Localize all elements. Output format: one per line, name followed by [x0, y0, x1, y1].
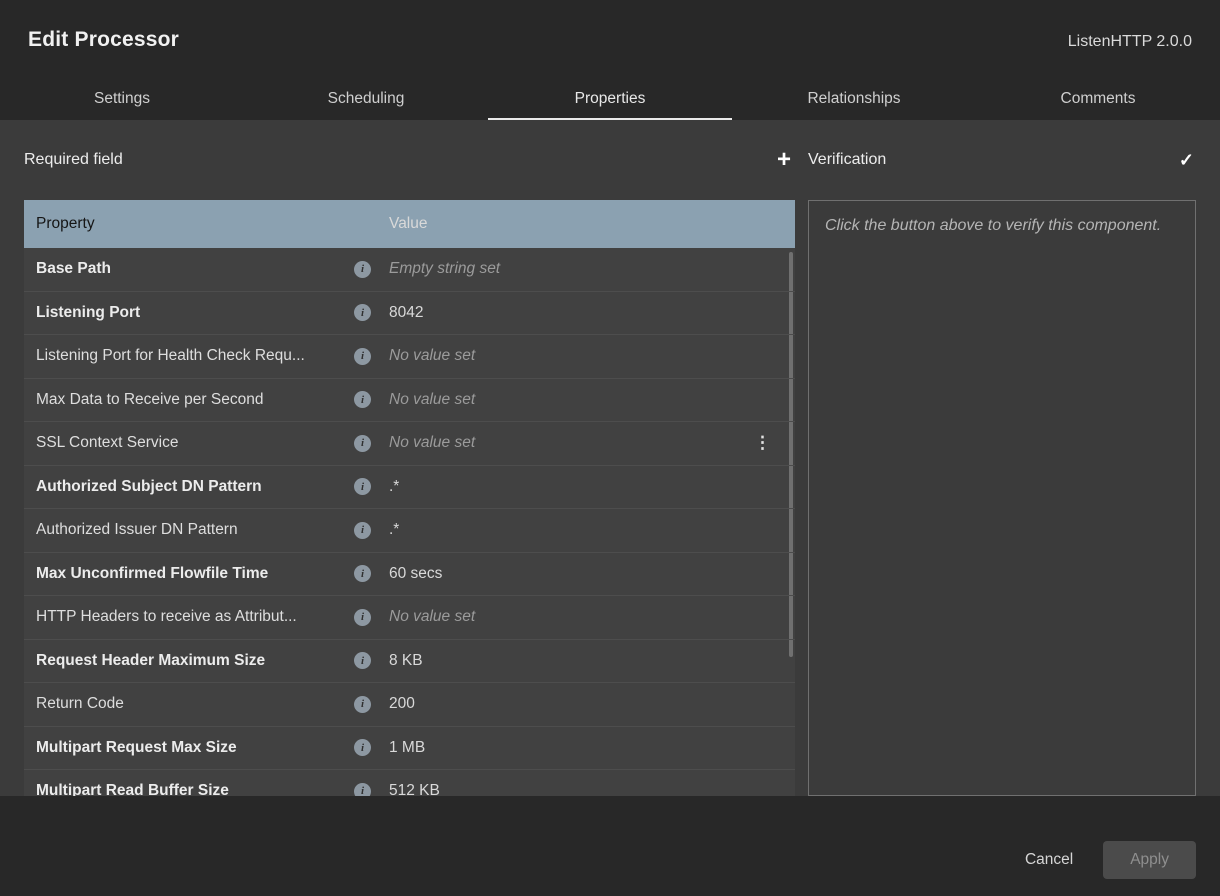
- property-value[interactable]: No value set: [384, 347, 783, 365]
- info-icon[interactable]: i: [354, 435, 371, 452]
- processor-type-version: ListenHTTP 2.0.0: [1068, 33, 1192, 51]
- property-value[interactable]: 8042: [384, 304, 783, 322]
- property-name: Base Path: [36, 260, 354, 278]
- cancel-button[interactable]: Cancel: [1025, 851, 1073, 869]
- dialog-title: Edit Processor: [28, 28, 179, 52]
- tab-settings[interactable]: Settings: [0, 82, 244, 120]
- property-row[interactable]: Max Unconfirmed Flowfile Timei 60 secs: [24, 553, 795, 597]
- info-icon[interactable]: i: [354, 261, 371, 278]
- verification-message: Click the button above to verify this co…: [825, 217, 1161, 234]
- dialog-footer: Cancel Apply: [0, 796, 1220, 896]
- info-icon[interactable]: i: [354, 304, 371, 321]
- apply-button[interactable]: Apply: [1103, 841, 1196, 879]
- property-name: Multipart Read Buffer Size: [36, 782, 354, 796]
- panel-gap: [795, 120, 808, 796]
- tab-bar: Settings Scheduling Properties Relations…: [0, 82, 1220, 120]
- title-row: Edit Processor ListenHTTP 2.0.0: [0, 28, 1220, 52]
- property-name: Return Code: [36, 695, 354, 713]
- property-row[interactable]: Multipart Request Max Sizei 1 MB: [24, 727, 795, 771]
- dialog-content: Required field + Property Value Base Pat…: [0, 120, 1220, 796]
- info-icon[interactable]: i: [354, 478, 371, 495]
- verification-message-box: Click the button above to verify this co…: [808, 200, 1196, 796]
- property-row[interactable]: Multipart Read Buffer Sizei 512 KB: [24, 770, 795, 796]
- property-value[interactable]: 8 KB: [384, 652, 783, 670]
- property-name: Authorized Issuer DN Pattern: [36, 521, 354, 539]
- info-icon[interactable]: i: [354, 652, 371, 669]
- info-icon[interactable]: i: [354, 783, 371, 796]
- property-value[interactable]: Empty string set: [384, 260, 783, 278]
- property-value[interactable]: .*: [384, 478, 783, 496]
- property-row[interactable]: Listening Porti 8042: [24, 292, 795, 336]
- property-row[interactable]: Request Header Maximum Sizei 8 KB: [24, 640, 795, 684]
- properties-panel-header: Required field +: [24, 120, 795, 200]
- property-name: Max Unconfirmed Flowfile Time: [36, 565, 354, 583]
- property-value[interactable]: No value set: [384, 391, 783, 409]
- property-value[interactable]: No value set: [384, 608, 783, 626]
- verify-check-icon[interactable]: ✓: [1177, 150, 1196, 171]
- property-name: HTTP Headers to receive as Attribut...: [36, 608, 354, 626]
- tab-scheduling[interactable]: Scheduling: [244, 82, 488, 120]
- property-value[interactable]: 512 KB: [384, 782, 783, 796]
- property-name: Request Header Maximum Size: [36, 652, 354, 670]
- column-header-value: Value: [384, 215, 783, 233]
- property-value[interactable]: 200: [384, 695, 783, 713]
- verification-title: Verification: [808, 151, 886, 169]
- property-row[interactable]: Authorized Issuer DN Patterni .*: [24, 509, 795, 553]
- property-value[interactable]: 60 secs: [384, 565, 783, 583]
- property-row[interactable]: Return Codei 200: [24, 683, 795, 727]
- info-icon[interactable]: i: [354, 696, 371, 713]
- property-row[interactable]: Listening Port for Health Check Requ...i…: [24, 335, 795, 379]
- property-value[interactable]: No value set: [384, 434, 783, 452]
- property-name: Authorized Subject DN Pattern: [36, 478, 354, 496]
- property-name: Listening Port: [36, 304, 354, 322]
- property-name: SSL Context Service: [36, 434, 354, 452]
- info-icon[interactable]: i: [354, 522, 371, 539]
- info-icon[interactable]: i: [354, 391, 371, 408]
- property-row[interactable]: Base Pathi Empty string set: [24, 248, 795, 292]
- property-row[interactable]: HTTP Headers to receive as Attribut...iN…: [24, 596, 795, 640]
- property-row[interactable]: Max Data to Receive per Secondi No value …: [24, 379, 795, 423]
- required-field-label: Required field: [24, 151, 123, 169]
- verification-panel: Verification ✓ Click the button above to…: [808, 120, 1196, 796]
- tab-comments[interactable]: Comments: [976, 82, 1220, 120]
- tab-relationships[interactable]: Relationships: [732, 82, 976, 120]
- info-icon[interactable]: i: [354, 565, 371, 582]
- info-icon[interactable]: i: [354, 609, 371, 626]
- more-options-icon[interactable]: ⋮: [754, 433, 771, 453]
- property-value[interactable]: .*: [384, 521, 783, 539]
- property-name: Multipart Request Max Size: [36, 739, 354, 757]
- column-header-property: Property: [36, 215, 354, 233]
- dialog-header: Edit Processor ListenHTTP 2.0.0 Settings…: [0, 0, 1220, 120]
- property-row[interactable]: Authorized Subject DN Patterni .*: [24, 466, 795, 510]
- tab-properties[interactable]: Properties: [488, 82, 732, 120]
- property-table-header: Property Value: [24, 200, 795, 248]
- property-value[interactable]: 1 MB: [384, 739, 783, 757]
- info-icon[interactable]: i: [354, 739, 371, 756]
- property-name: Max Data to Receive per Second: [36, 391, 354, 409]
- property-name: Listening Port for Health Check Requ...: [36, 347, 354, 365]
- add-property-icon[interactable]: +: [773, 148, 795, 172]
- info-icon[interactable]: i: [354, 348, 371, 365]
- property-table: Property Value Base PathiEmpty string se…: [24, 200, 795, 796]
- properties-panel: Required field + Property Value Base Pat…: [24, 120, 795, 796]
- property-row[interactable]: SSL Context Servicei No value set⋮: [24, 422, 795, 466]
- verification-panel-header: Verification ✓: [808, 120, 1196, 200]
